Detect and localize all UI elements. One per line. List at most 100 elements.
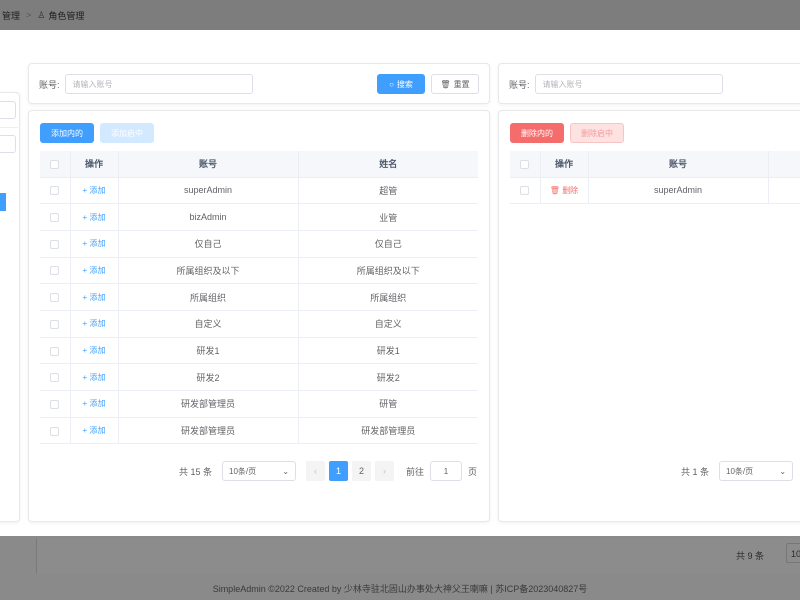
- row-name: 研管: [298, 390, 478, 418]
- add-user-link[interactable]: + 添加: [83, 186, 106, 195]
- row-action-cell: + 添加: [70, 310, 119, 338]
- batch-add-button[interactable]: 添加内的: [40, 123, 94, 143]
- add-user-link[interactable]: + 添加: [83, 426, 106, 435]
- row-checkbox[interactable]: [50, 293, 60, 303]
- selected-user-table: 操作 账号 🗑 删除 superAdmin: [510, 151, 800, 205]
- row-name: 业管: [298, 203, 478, 231]
- table-row: + 添加 superAdmin 超管: [40, 177, 478, 205]
- add-user-link[interactable]: + 添加: [83, 266, 106, 275]
- row-account: bizAdmin: [118, 203, 299, 231]
- deleting-button[interactable]: 删除启中: [570, 123, 624, 143]
- table-row: + 添加 仅自己 仅自己: [40, 230, 478, 258]
- next-page-button[interactable]: ›: [375, 461, 395, 481]
- right-pagination: 共 1 条 10条/页 ⌄: [681, 461, 794, 481]
- row-name: 超管: [298, 177, 478, 205]
- delete-user-link[interactable]: 🗑 删除: [550, 186, 578, 195]
- row-account: 研发1: [118, 337, 299, 365]
- adding-button[interactable]: 添加启中: [100, 123, 154, 143]
- row-checkbox[interactable]: [520, 186, 530, 196]
- row-account: 研发2: [118, 363, 299, 391]
- left-sliver-input[interactable]: [0, 101, 16, 119]
- row-action-cell: 🗑 删除: [540, 177, 589, 205]
- row-action-cell: + 添加: [70, 177, 119, 205]
- page-size-value: 10条/页: [229, 466, 257, 476]
- table-row: + 添加 研发2 研发2: [40, 363, 478, 391]
- row-account: 自定义: [118, 310, 299, 338]
- background-topbar: 管理 > ♙ 角色管理: [0, 0, 800, 30]
- left-sliver-selected-item[interactable]: [0, 193, 6, 211]
- row-checkbox[interactable]: [50, 239, 60, 249]
- row-checkbox[interactable]: [50, 319, 60, 329]
- breadcrumb-separator: >: [26, 10, 32, 20]
- row-select-cell[interactable]: [40, 310, 71, 338]
- row-select-cell[interactable]: [40, 283, 71, 311]
- search-button[interactable]: ○ 搜索: [377, 74, 425, 94]
- row-select-cell[interactable]: [40, 363, 71, 391]
- add-user-link[interactable]: + 添加: [83, 399, 106, 408]
- page-1-button[interactable]: 1: [329, 461, 349, 481]
- row-checkbox[interactable]: [50, 426, 60, 436]
- trash-icon: 🗑: [549, 185, 563, 195]
- account-search-input[interactable]: 请输入账号: [64, 74, 253, 94]
- background-total: 共 9 条: [735, 551, 764, 561]
- prev-page-button[interactable]: ‹: [306, 461, 326, 481]
- row-select-cell[interactable]: [510, 177, 541, 205]
- table-row: + 添加 所属组织及以下 所属组织及以下: [40, 257, 478, 285]
- table-row: + 添加 所属组织 所属组织: [40, 283, 478, 311]
- add-link-label: 添加: [89, 212, 106, 222]
- add-user-link[interactable]: + 添加: [83, 239, 106, 248]
- add-user-link[interactable]: + 添加: [83, 213, 106, 222]
- table-row: + 添加 研发部管理员 研管: [40, 390, 478, 418]
- row-action-cell: + 添加: [70, 283, 119, 311]
- page-size-select[interactable]: 10条/页 ⌄: [222, 461, 297, 481]
- add-user-link[interactable]: + 添加: [83, 293, 106, 302]
- add-user-link[interactable]: + 添加: [83, 346, 106, 355]
- right-table-panel: 删除内的 删除启中 操作 账号 🗑 删除 superAdmin 共 1 条 10条…: [498, 110, 800, 522]
- add-user-link[interactable]: + 添加: [83, 319, 106, 328]
- batch-delete-button[interactable]: 删除内的: [510, 123, 564, 143]
- table-row: + 添加 研发部管理员 研发部管理员: [40, 417, 478, 445]
- add-user-link[interactable]: + 添加: [83, 373, 106, 382]
- header-action: 操作: [540, 151, 589, 178]
- goto-page-input[interactable]: 1: [430, 461, 463, 481]
- add-link-label: 添加: [89, 345, 106, 355]
- row-name: 研发部管理员: [298, 417, 478, 445]
- reset-button[interactable]: 🗑 重置: [431, 74, 479, 94]
- row-checkbox[interactable]: [50, 373, 60, 383]
- add-link-label: 添加: [89, 372, 106, 382]
- candidate-user-table: 操作 账号 姓名 + 添加 superAdmin 超管 + 添加 bizAdmin 业管 +…: [40, 151, 478, 445]
- row-name: 所属组织: [298, 283, 478, 311]
- page-2-button[interactable]: 2: [352, 461, 372, 481]
- selected-account-search-input[interactable]: 请输入账号: [534, 74, 723, 94]
- row-account: 所属组织: [118, 283, 299, 311]
- row-select-cell[interactable]: [40, 203, 71, 231]
- row-checkbox[interactable]: [50, 346, 60, 356]
- table-row: + 添加 自定义 自定义: [40, 310, 478, 338]
- row-select-cell[interactable]: [40, 177, 71, 205]
- row-select-cell[interactable]: [40, 417, 71, 445]
- left-sliver-input-2[interactable]: [0, 135, 16, 153]
- row-account: 仅自己: [118, 230, 299, 258]
- pagination-total: 共 1 条: [681, 466, 710, 477]
- row-account: 研发部管理员: [118, 390, 299, 418]
- row-select-cell[interactable]: [40, 390, 71, 418]
- row-select-cell[interactable]: [40, 257, 71, 285]
- row-checkbox[interactable]: [50, 213, 60, 223]
- row-name: 仅自己: [298, 230, 478, 258]
- header-extra: [768, 151, 800, 178]
- row-select-cell[interactable]: [40, 230, 71, 258]
- add-link-label: 添加: [89, 399, 106, 409]
- add-link-label: 添加: [89, 319, 106, 329]
- row-checkbox[interactable]: [50, 186, 60, 196]
- page-size-select[interactable]: 10条/页 ⌄: [719, 461, 794, 481]
- header-action: 操作: [70, 151, 119, 178]
- select-all-checkbox[interactable]: [50, 159, 60, 169]
- row-name: 自定义: [298, 310, 478, 338]
- row-select-cell[interactable]: [40, 337, 71, 365]
- goto-label: 前往: [406, 466, 425, 477]
- select-all-checkbox[interactable]: [520, 159, 530, 169]
- select-all-cell[interactable]: [510, 151, 541, 178]
- row-checkbox[interactable]: [50, 399, 60, 409]
- select-all-cell[interactable]: [40, 151, 71, 178]
- row-checkbox[interactable]: [50, 266, 60, 276]
